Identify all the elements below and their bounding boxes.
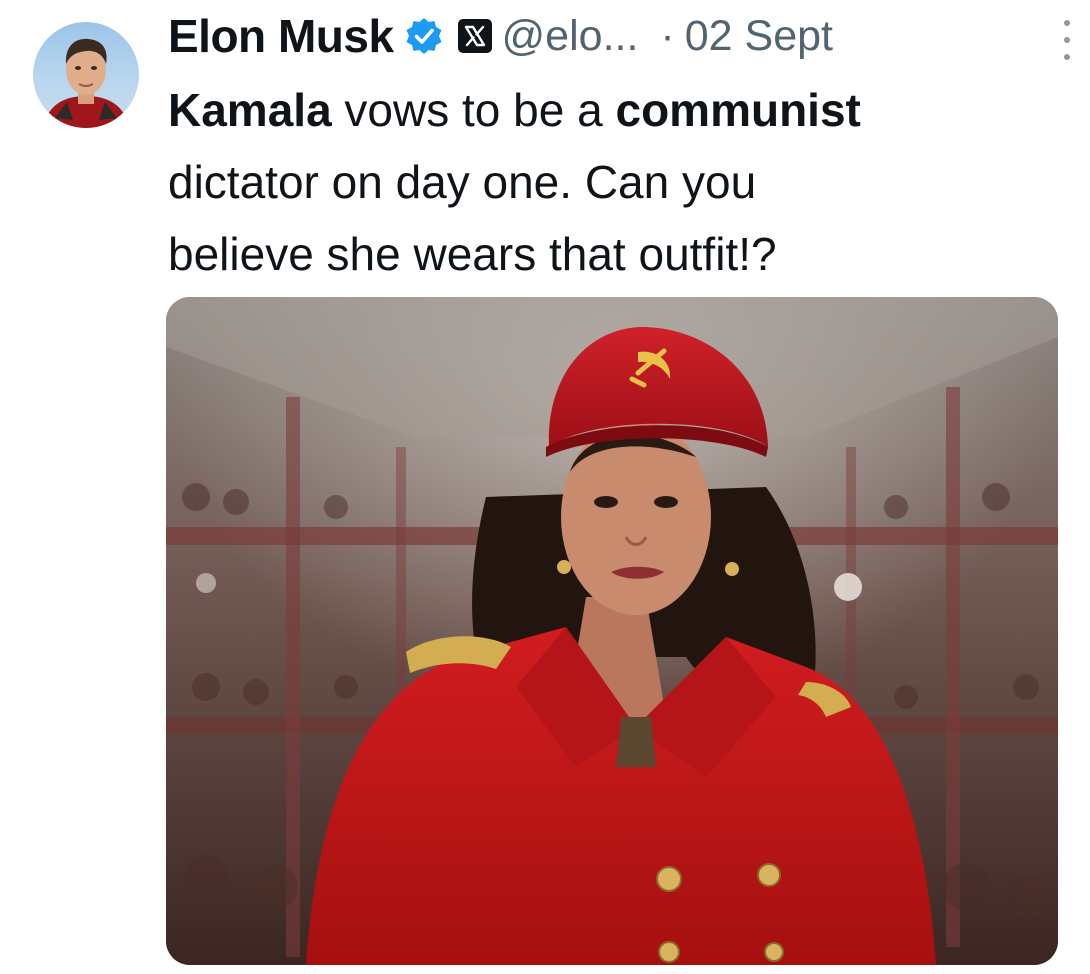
post-text-line-1: Kamala vows to be a communist — [168, 74, 1048, 146]
post-text-line-3: believe she wears that outfit!? — [168, 228, 777, 280]
post-text-line-2: dictator on day one. Can you — [168, 156, 757, 208]
verified-badge-icon — [404, 16, 444, 56]
x-logo-icon — [457, 19, 492, 53]
post-text-bold-word: communist — [615, 84, 861, 136]
more-dot — [1064, 37, 1070, 43]
more-vertical-icon[interactable] — [1062, 20, 1072, 60]
author-handle[interactable]: @elo... — [502, 12, 639, 61]
post-media-image[interactable] — [166, 297, 1058, 965]
post-text-plain: vows to be a — [331, 84, 616, 136]
more-dot — [1064, 54, 1070, 60]
post-text-bold-name: Kamala — [168, 84, 332, 136]
header-separator: · — [660, 11, 675, 60]
post-header: Elon Musk @elo... · 02 Sept — [168, 6, 1058, 66]
author-display-name[interactable]: Elon Musk — [168, 9, 394, 63]
avatar[interactable] — [33, 22, 139, 128]
post-timestamp[interactable]: 02 Sept — [685, 12, 833, 61]
post-text: Kamala vows to be a communist dictator o… — [168, 74, 1048, 290]
more-dot — [1064, 20, 1070, 26]
